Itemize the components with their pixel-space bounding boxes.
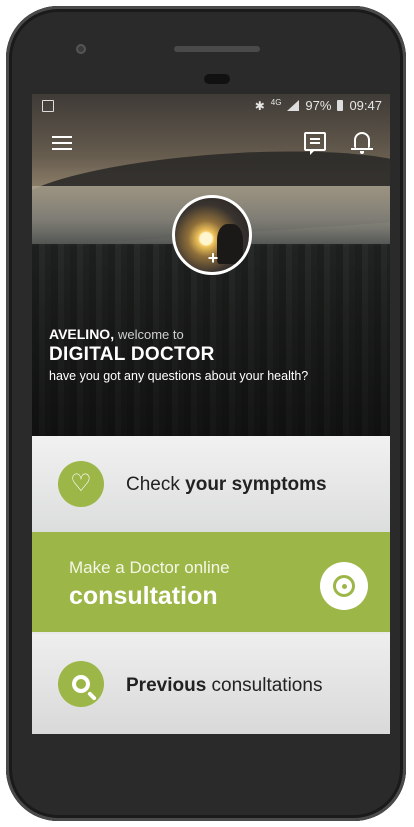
hero-background: ✱ 4G 97% 09:47 + AVELINO, welcome to DIG… [32,94,390,436]
earpiece-speaker [174,46,260,52]
top-bar [32,132,390,160]
previous-suffix: consultations [206,675,323,696]
check-symptoms-bold: your symptoms [185,474,327,495]
bluetooth-icon: ✱ [254,98,265,113]
check-symptoms-label: Check your symptoms [126,474,327,496]
welcome-line: AVELINO, welcome to [49,326,308,342]
user-name: AVELINO [49,326,111,342]
app-screen: ✱ 4G 97% 09:47 + AVELINO, welcome to DIG… [32,94,390,734]
proximity-sensor [204,74,230,84]
network-type: 4G [270,98,282,107]
previous-bold: Previous [126,675,207,696]
previous-consultations-card[interactable]: Previous consultations [32,634,390,734]
front-camera [76,44,86,54]
battery-percentage: 97% [305,98,332,113]
stethoscope-icon [320,562,368,610]
chat-icon[interactable] [304,132,326,155]
search-icon [58,661,104,707]
app-name: DIGITAL DOCTOR [49,344,215,365]
previous-consultations-label: Previous consultations [126,675,322,697]
bell-icon[interactable] [351,132,373,154]
status-bar: ✱ 4G 97% 09:47 [32,94,390,118]
clock: 09:47 [349,98,382,113]
welcome-text: welcome to [117,327,184,342]
consultation-line1: Make a Doctor online [69,558,230,577]
name-separator: , [110,326,115,342]
avatar[interactable]: + [172,195,252,275]
consultation-line2: consultation [69,582,218,610]
battery-icon [337,100,344,111]
menu-icon[interactable] [52,136,72,150]
gallery-notification-icon [42,100,54,112]
check-symptoms-prefix: Check [126,474,186,495]
status-right: ✱ 4G 97% 09:47 [255,98,382,113]
plus-icon: + [207,248,219,268]
welcome-question: have you got any questions about your he… [49,369,309,383]
signal-icon [287,100,300,111]
welcome-block: AVELINO, welcome to DIGITAL DOCTOR have … [49,326,308,383]
check-symptoms-card[interactable]: ♡ Check your symptoms [32,436,390,532]
online-consultation-card[interactable]: Make a Doctor online consultation [32,532,390,632]
heart-icon: ♡ [58,461,104,507]
